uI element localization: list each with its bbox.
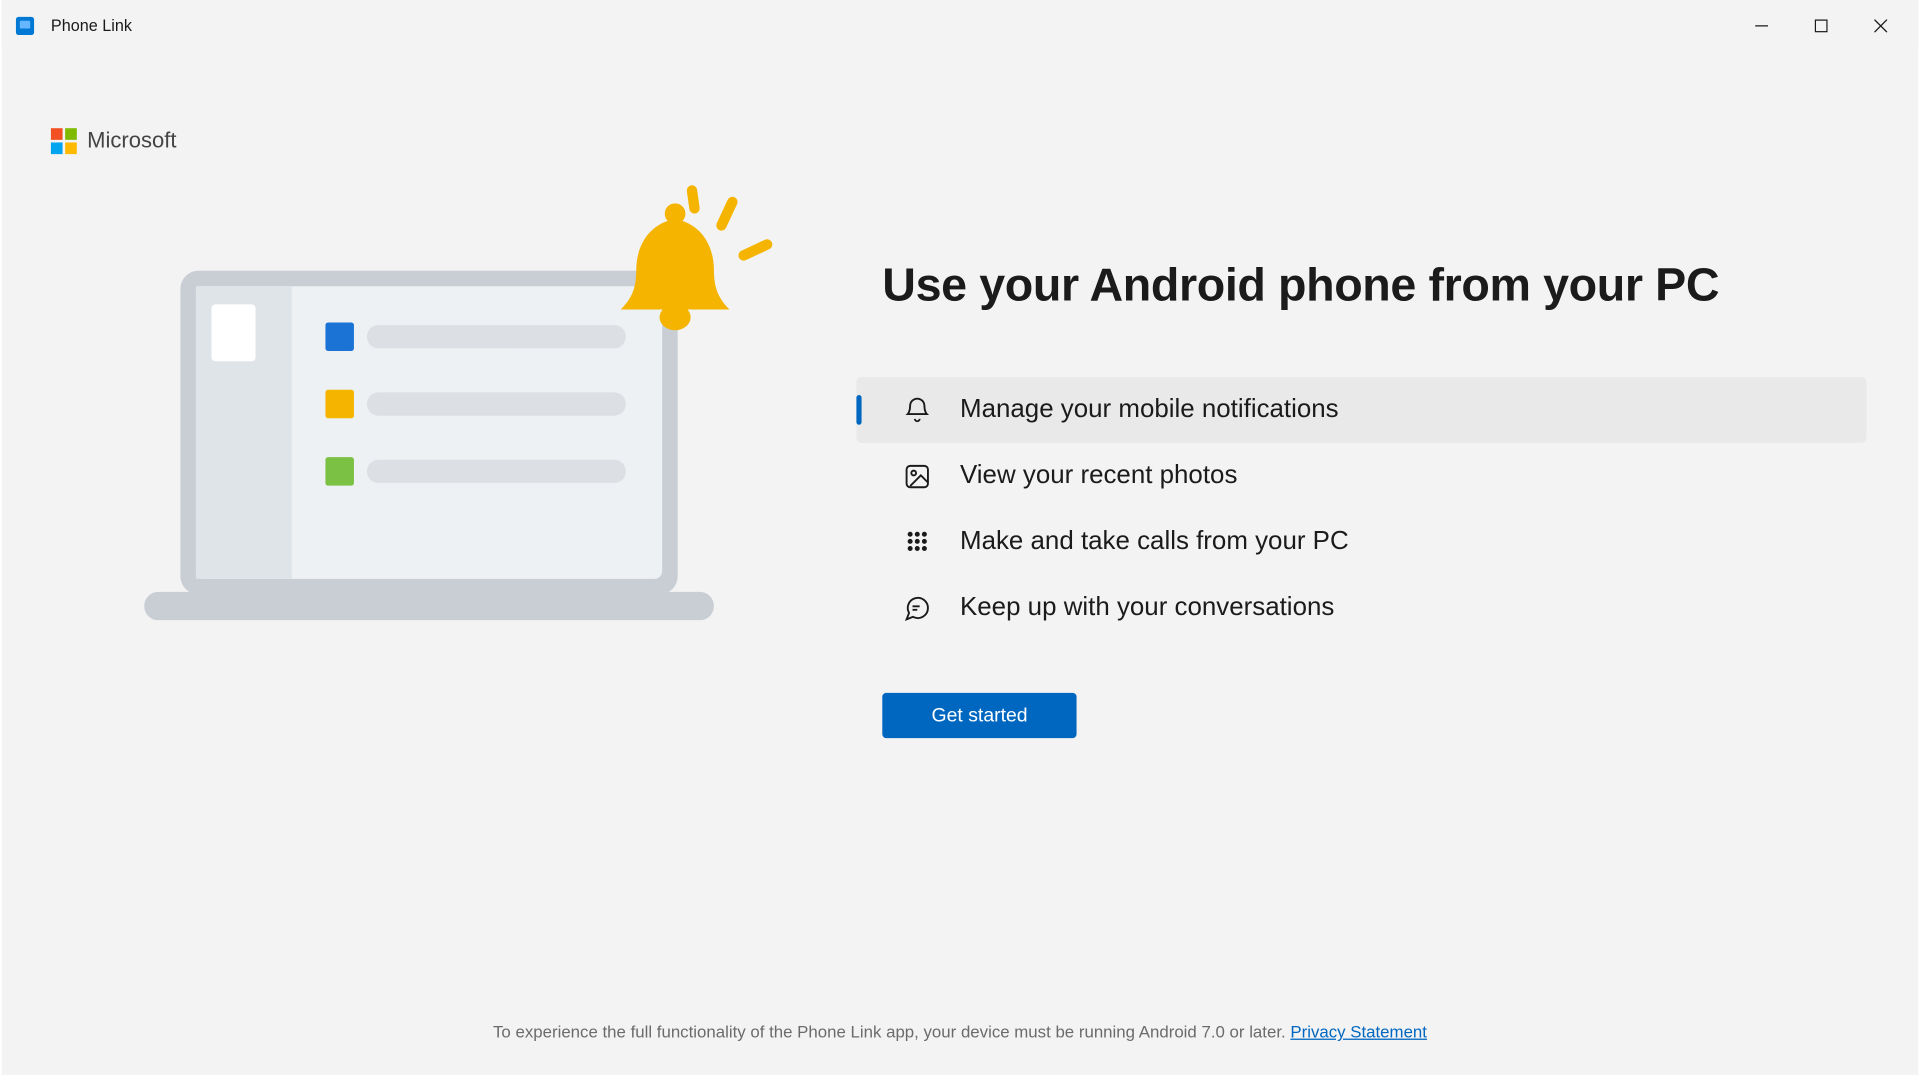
feature-label: View your recent photos bbox=[960, 461, 1237, 491]
app-window: Phone Link Microsoft bbox=[2, 0, 1919, 1075]
feature-list: Manage your mobile notifications View yo… bbox=[856, 377, 1866, 641]
feature-calls[interactable]: Make and take calls from your PC bbox=[856, 509, 1866, 575]
right-column: Use your Android phone from your PC Mana… bbox=[856, 232, 1866, 1022]
get-started-button[interactable]: Get started bbox=[882, 693, 1077, 738]
microsoft-logo: Microsoft bbox=[51, 128, 177, 154]
feature-label: Keep up with your conversations bbox=[960, 593, 1334, 623]
illustration bbox=[54, 232, 805, 1022]
feature-photos[interactable]: View your recent photos bbox=[856, 443, 1866, 509]
feature-conversations[interactable]: Keep up with your conversations bbox=[856, 575, 1866, 641]
close-button[interactable] bbox=[1851, 6, 1911, 45]
chat-icon bbox=[903, 594, 931, 622]
minimize-button[interactable] bbox=[1732, 6, 1792, 45]
dialpad-icon bbox=[903, 528, 931, 556]
footer-text: To experience the full functionality of … bbox=[493, 1022, 1290, 1041]
maximize-button[interactable] bbox=[1791, 6, 1851, 45]
footer: To experience the full functionality of … bbox=[2, 1022, 1919, 1075]
brand-name: Microsoft bbox=[87, 128, 176, 154]
page-headline: Use your Android phone from your PC bbox=[856, 258, 1866, 312]
feature-label: Manage your mobile notifications bbox=[960, 395, 1339, 425]
microsoft-logo-icon bbox=[51, 128, 77, 154]
feature-notifications[interactable]: Manage your mobile notifications bbox=[856, 377, 1866, 443]
titlebar: Phone Link bbox=[2, 0, 1919, 52]
bell-icon bbox=[903, 396, 931, 424]
notification-bell-illustration bbox=[597, 180, 778, 368]
photo-icon bbox=[903, 462, 931, 490]
feature-label: Make and take calls from your PC bbox=[960, 527, 1349, 557]
brand-row: Microsoft bbox=[2, 52, 1919, 154]
app-title: Phone Link bbox=[51, 17, 132, 35]
privacy-link[interactable]: Privacy Statement bbox=[1290, 1022, 1427, 1041]
app-icon bbox=[15, 16, 36, 37]
main-content: Use your Android phone from your PC Mana… bbox=[2, 154, 1919, 1022]
